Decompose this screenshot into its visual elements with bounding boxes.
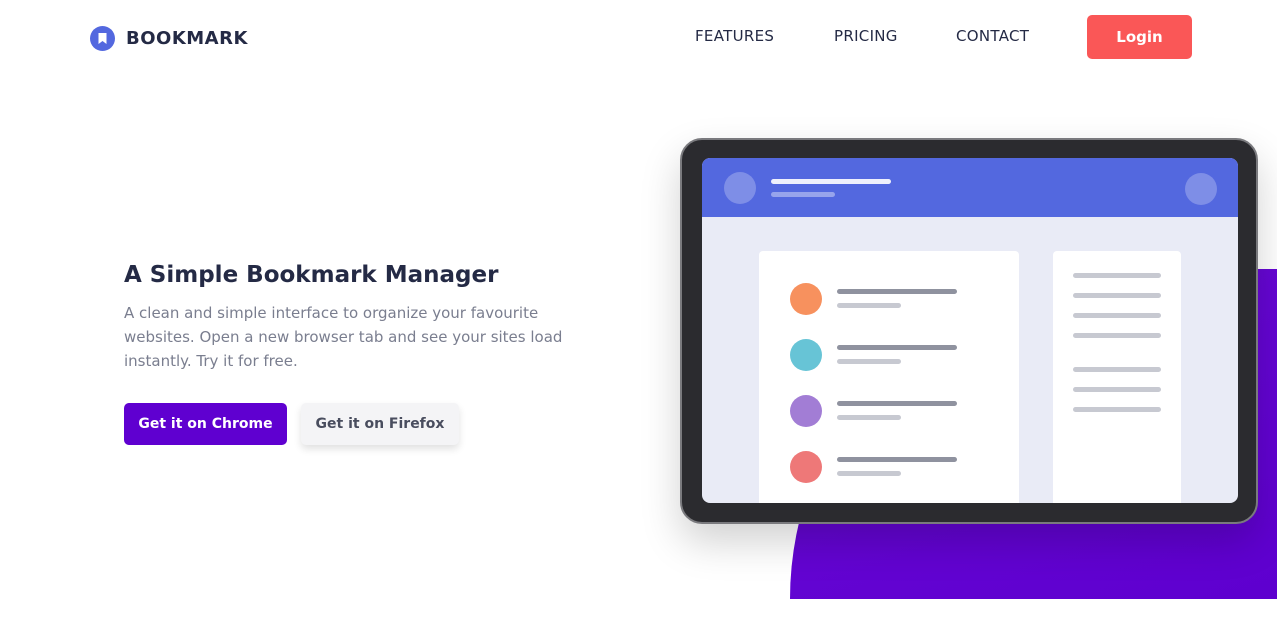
sidebar-line [1073,273,1161,278]
get-firefox-button[interactable]: Get it on Firefox [301,403,459,445]
nav-link-contact[interactable]: CONTACT [956,27,1029,45]
tablet-screen [702,158,1238,503]
sidebar-line [1073,367,1161,372]
login-button[interactable]: Login [1087,15,1192,59]
list-dot-red [790,451,822,483]
list-dot-orange [790,283,822,315]
nav-link-features[interactable]: FEATURES [695,27,774,45]
list-line [837,345,957,350]
sidebar-card [1053,251,1181,503]
screen-avatar-left [724,172,756,204]
hero-description: A clean and simple interface to organize… [124,304,563,370]
list-line-short [837,303,901,308]
sidebar-line [1073,293,1161,298]
list-line [837,289,957,294]
list-line [837,457,957,462]
screen-avatar-right [1185,173,1217,205]
brand-name: BOOKMARK [126,27,248,49]
list-line-short [837,359,901,364]
screen-header-bar [702,158,1238,217]
list-dot-cyan [790,339,822,371]
screen-subtitle-line [771,192,835,197]
list-line-short [837,471,901,476]
sidebar-line [1073,333,1161,338]
list-line-short [837,415,901,420]
bookmark-icon [90,25,115,51]
bookmark-list-card [759,251,1019,503]
sidebar-line [1073,407,1161,412]
sidebar-line [1073,313,1161,318]
screen-title-line [771,179,891,184]
list-dot-purple [790,395,822,427]
nav-link-pricing[interactable]: PRICING [834,27,898,45]
brand-logo[interactable]: BOOKMARK [90,25,248,51]
sidebar-line [1073,387,1161,392]
get-chrome-button[interactable]: Get it on Chrome [124,403,287,445]
list-line [837,401,957,406]
hero-title: A Simple Bookmark Manager [124,262,499,288]
